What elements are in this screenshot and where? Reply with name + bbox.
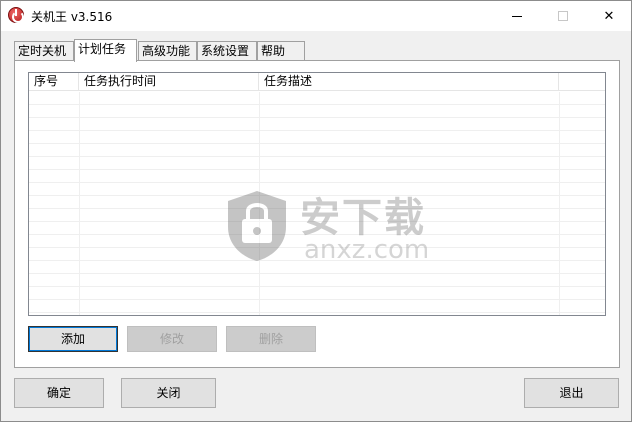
column-header-exec-time[interactable]: 任务执行时间: [79, 73, 259, 91]
tab-advanced[interactable]: 高级功能: [138, 41, 197, 61]
close-window-button[interactable]: ✕: [586, 1, 632, 31]
ok-button[interactable]: 确定: [14, 378, 104, 408]
window-title: 关机王 v3.516: [31, 10, 113, 24]
column-header-description[interactable]: 任务描述: [259, 73, 559, 91]
power-icon: [8, 7, 24, 23]
watermark-subtext: anxz.com: [304, 235, 430, 265]
tab-help[interactable]: 帮助: [257, 41, 305, 61]
delete-task-button: 删除: [226, 326, 316, 352]
tab-timed-shutdown[interactable]: 定时关机: [14, 41, 74, 61]
column-header-index[interactable]: 序号: [29, 73, 79, 91]
maximize-button: [540, 1, 586, 31]
grid-divider: [559, 92, 560, 315]
watermark: 安下载 anxz.com: [224, 183, 464, 265]
minimize-icon: [512, 15, 522, 17]
edit-task-button: 修改: [127, 326, 217, 352]
tab-strip: 定时关机 计划任务 高级功能 系统设置 帮助: [14, 39, 614, 62]
scheduled-tasks-panel: 序号 任务执行时间 任务描述 安下载 anxz.com 添加 修改 删除: [14, 60, 620, 368]
minimize-button[interactable]: [494, 1, 540, 31]
column-header-filler: [559, 73, 605, 91]
tab-system-settings[interactable]: 系统设置: [197, 41, 257, 61]
exit-button[interactable]: 退出: [524, 378, 619, 408]
close-button[interactable]: 关闭: [121, 378, 216, 408]
maximize-icon: [558, 11, 568, 21]
title-bar[interactable]: 关机王 v3.516 ✕: [1, 1, 631, 31]
task-list-header: 序号 任务执行时间 任务描述: [29, 73, 605, 91]
shield-icon: [228, 191, 286, 261]
close-icon: ✕: [603, 8, 615, 24]
grid-divider: [79, 92, 80, 315]
tab-scheduled-tasks[interactable]: 计划任务: [74, 39, 137, 62]
add-task-button[interactable]: 添加: [28, 326, 118, 352]
app-window: 关机王 v3.516 ✕ 定时关机 计划任务 高级功能 系统设置 帮助 序号 任…: [0, 0, 632, 422]
task-list[interactable]: 序号 任务执行时间 任务描述 安下载 anxz.com: [28, 72, 606, 316]
